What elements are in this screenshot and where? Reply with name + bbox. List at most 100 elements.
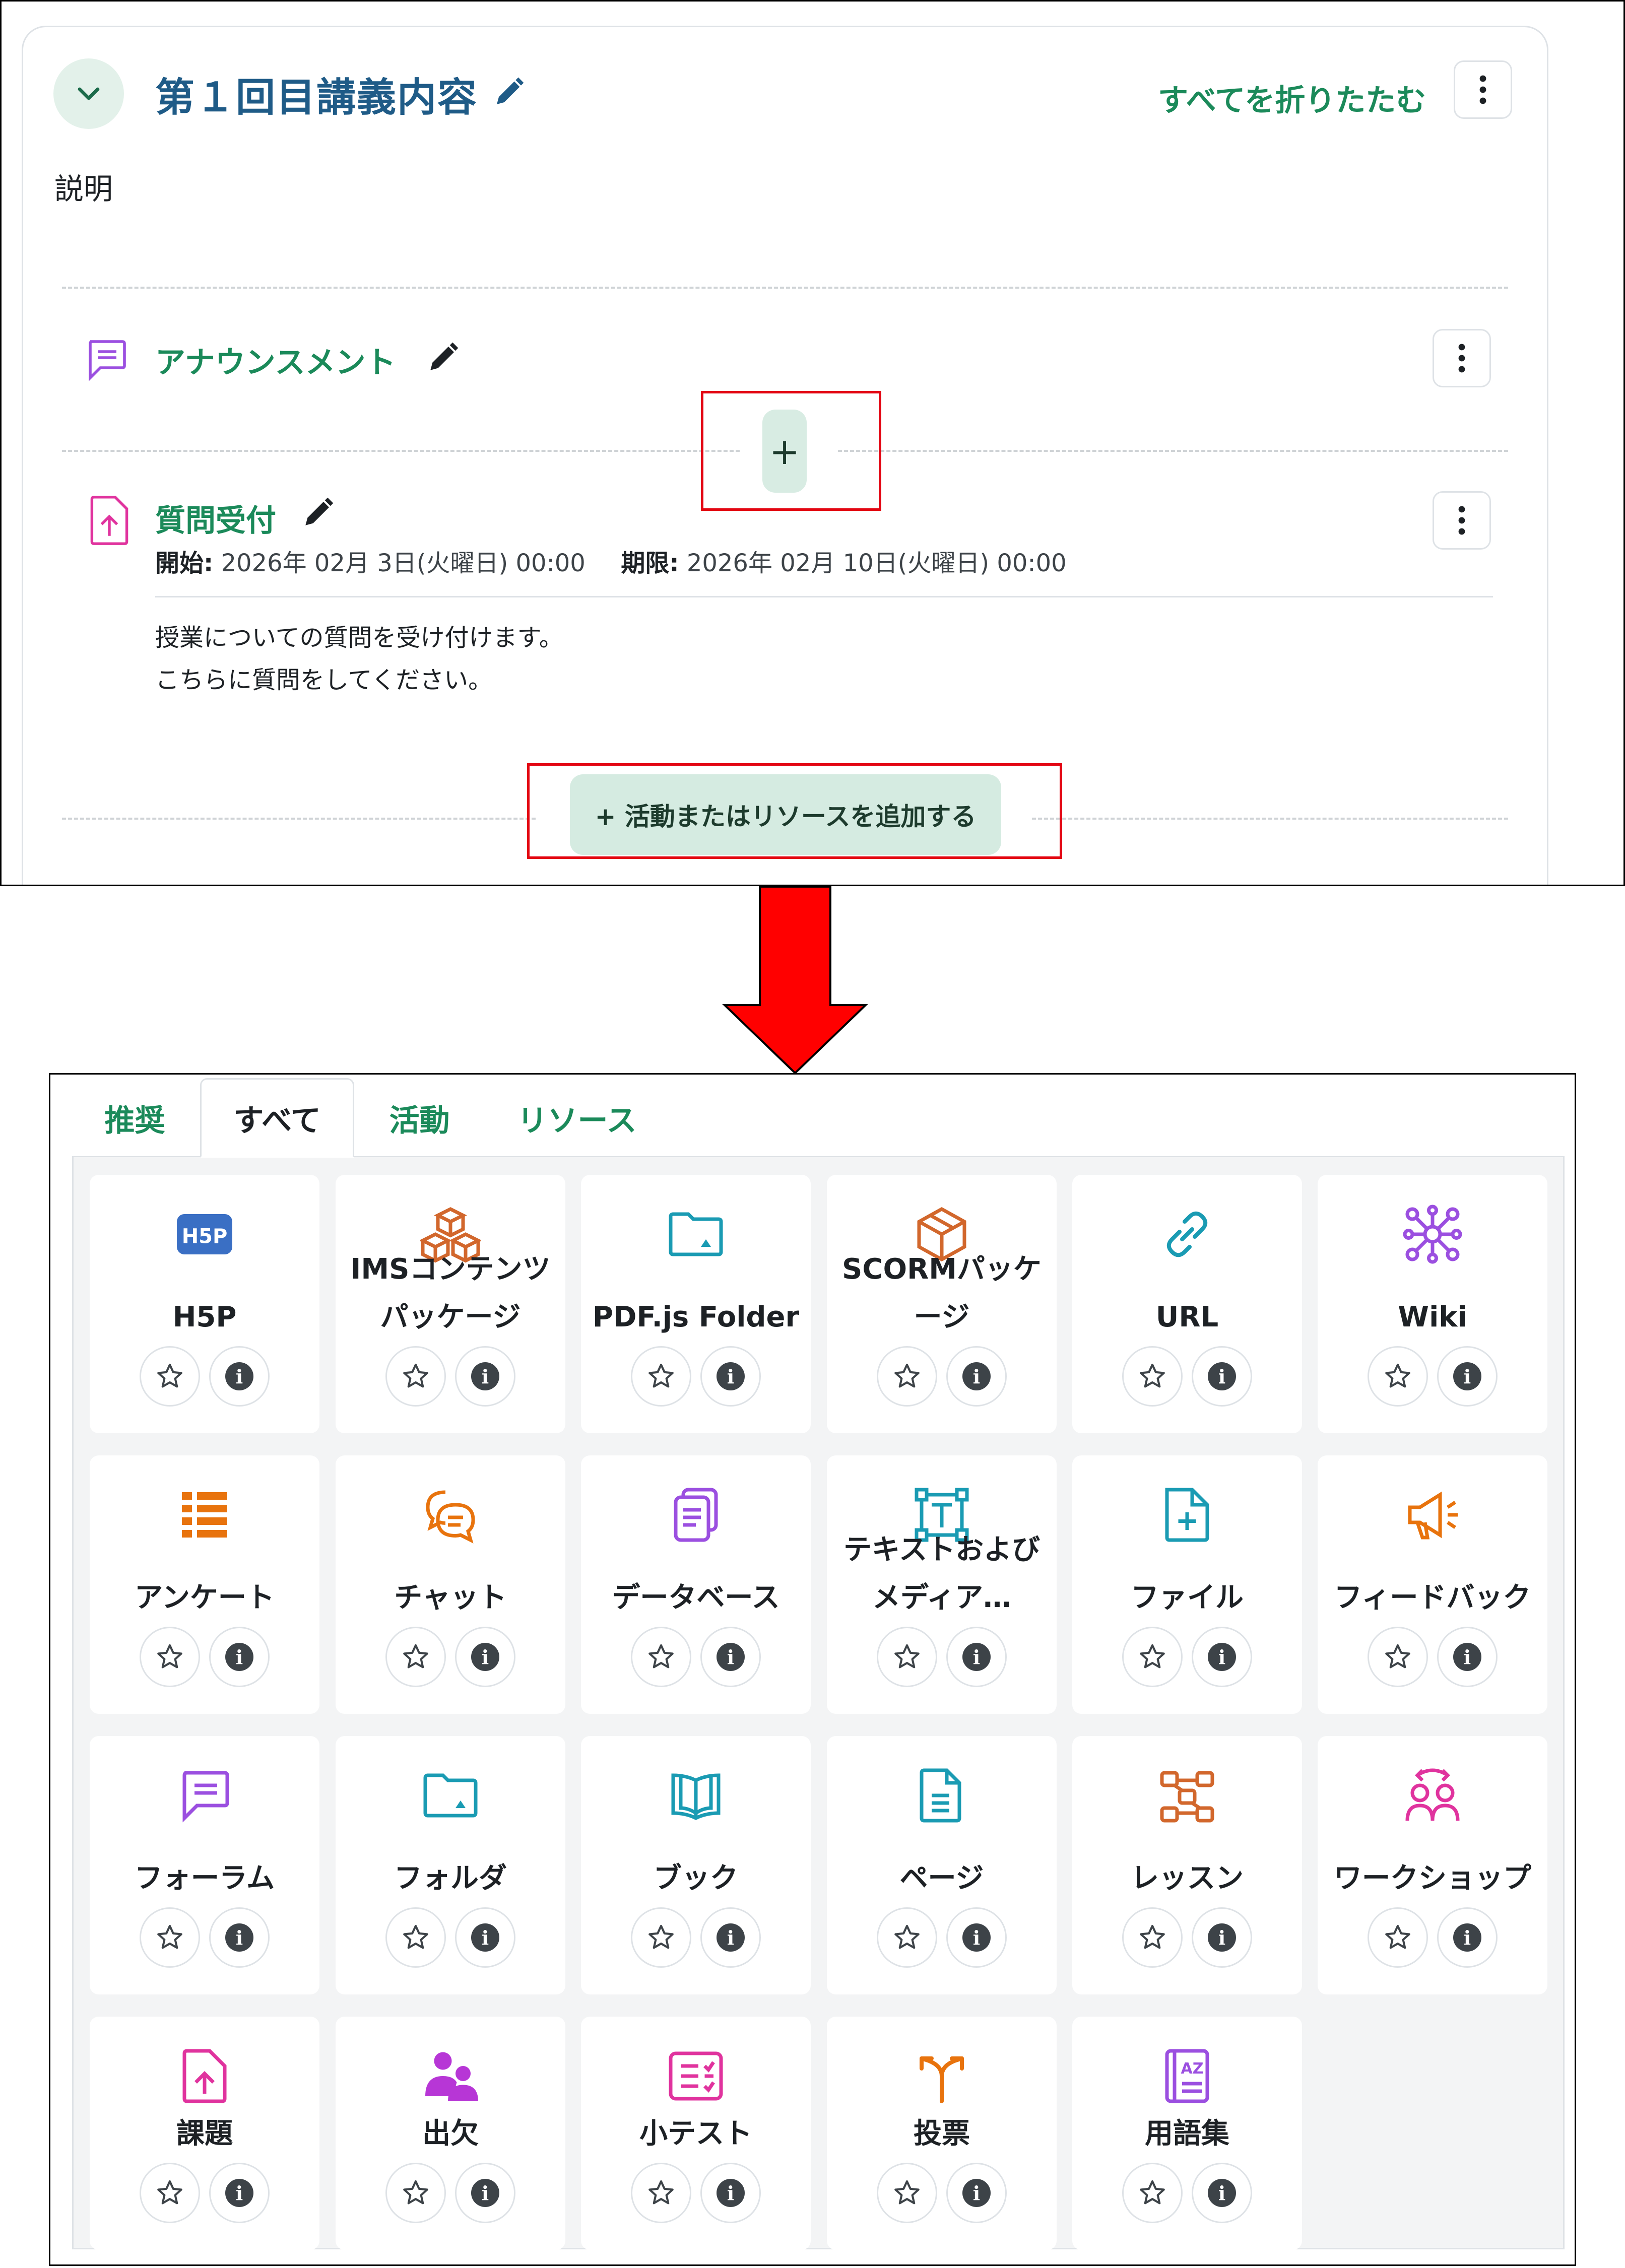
info-button[interactable]: i	[455, 2163, 515, 2223]
module-name: アンケート	[135, 1581, 275, 1614]
star-button[interactable]	[140, 1346, 200, 1407]
star-button[interactable]	[385, 1627, 446, 1687]
tab-resources[interactable]: リソース	[494, 1078, 660, 1158]
info-button[interactable]: i	[700, 1346, 761, 1407]
module-card[interactable]: H5P H5P i	[90, 1175, 319, 1433]
star-button[interactable]	[631, 1907, 691, 1968]
star-button[interactable]	[1122, 1346, 1183, 1407]
module-card[interactable]: 投票 i	[827, 2017, 1057, 2250]
tab-recommended[interactable]: 推奨	[78, 1078, 191, 1158]
module-card-actions: i	[1072, 1627, 1302, 1687]
module-card[interactable]: URL i	[1072, 1175, 1302, 1433]
info-icon: i	[471, 1923, 499, 1952]
info-button[interactable]: i	[455, 1627, 515, 1687]
star-button[interactable]	[877, 2163, 937, 2223]
info-button[interactable]: i	[946, 1907, 1007, 1968]
star-icon	[157, 1363, 182, 1388]
module-card[interactable]: AZ 用語集 i	[1072, 2017, 1302, 2250]
info-button[interactable]: i	[209, 1346, 270, 1407]
module-card[interactable]: アンケート i	[90, 1455, 319, 1714]
info-button[interactable]: i	[1192, 1907, 1252, 1968]
info-button[interactable]: i	[1192, 1346, 1252, 1407]
info-button[interactable]: i	[946, 2163, 1007, 2223]
activity-description-line: こちらに質問をしてください。	[155, 666, 493, 694]
info-button[interactable]: i	[1192, 1627, 1252, 1687]
star-button[interactable]	[631, 1627, 691, 1687]
module-card[interactable]: SCORMパッケージ i	[827, 1175, 1057, 1433]
info-button[interactable]: i	[455, 1346, 515, 1407]
info-icon: i	[717, 1643, 745, 1671]
module-card[interactable]: 小テスト i	[581, 2017, 811, 2250]
info-button[interactable]: i	[946, 1346, 1007, 1407]
collapse-all-link[interactable]: すべてを折りたたむ	[1158, 76, 1426, 120]
module-card[interactable]: レッスン i	[1072, 1736, 1302, 1994]
module-card[interactable]: データベース i	[581, 1455, 811, 1714]
info-button[interactable]: i	[209, 1627, 270, 1687]
module-name: 小テスト	[639, 2117, 752, 2150]
activity-actions-menu[interactable]	[1433, 329, 1491, 387]
star-button[interactable]	[140, 1627, 200, 1687]
star-icon	[1140, 1363, 1165, 1388]
quiz-icon	[669, 2051, 723, 2101]
module-card[interactable]: チャット i	[336, 1455, 565, 1714]
module-card-actions: i	[827, 2163, 1057, 2223]
info-button[interactable]: i	[455, 1907, 515, 1968]
info-button[interactable]: i	[700, 2163, 761, 2223]
tab-activities[interactable]: 活動	[363, 1078, 476, 1158]
section-actions-menu[interactable]	[1454, 60, 1512, 119]
star-button[interactable]	[385, 1346, 446, 1407]
module-card[interactable]: 出欠 i	[336, 2017, 565, 2250]
star-button[interactable]	[877, 1907, 937, 1968]
activity-title-announcement[interactable]: アナウンスメント	[155, 338, 396, 382]
info-button[interactable]: i	[209, 1907, 270, 1968]
activity-actions-menu[interactable]	[1433, 491, 1491, 550]
star-button[interactable]	[385, 2163, 446, 2223]
module-card[interactable]: PDF.js Folder i	[581, 1175, 811, 1433]
module-card[interactable]: フィードバック i	[1318, 1455, 1547, 1714]
star-button[interactable]	[1368, 1346, 1428, 1407]
module-card[interactable]: フォーラム i	[90, 1736, 319, 1994]
info-button[interactable]: i	[1192, 2163, 1252, 2223]
pencil-icon[interactable]	[301, 496, 335, 529]
star-button[interactable]	[1122, 1627, 1183, 1687]
star-icon	[403, 1644, 428, 1669]
module-card[interactable]: ページ i	[827, 1736, 1057, 1994]
info-button[interactable]: i	[700, 1907, 761, 1968]
star-button[interactable]	[631, 2163, 691, 2223]
module-card[interactable]: 課題 i	[90, 2017, 319, 2250]
module-card[interactable]: IMSコンテンツパッケージ i	[336, 1175, 565, 1433]
megaphone-icon	[1408, 1491, 1458, 1540]
module-card[interactable]: ワークショップ i	[1318, 1736, 1547, 1994]
tab-all[interactable]: すべて	[200, 1078, 354, 1158]
section-collapse-button[interactable]	[53, 58, 124, 129]
add-activity-inline-button[interactable]: +	[762, 410, 807, 493]
module-card[interactable]: ブック i	[581, 1736, 811, 1994]
star-button[interactable]	[631, 1346, 691, 1407]
star-button[interactable]	[877, 1346, 937, 1407]
info-button[interactable]: i	[1437, 1907, 1498, 1968]
section-title[interactable]: 第１回目講義内容	[155, 66, 478, 122]
star-button[interactable]	[877, 1627, 937, 1687]
info-button[interactable]: i	[209, 2163, 270, 2223]
star-button[interactable]	[1368, 1627, 1428, 1687]
star-button[interactable]	[140, 1907, 200, 1968]
pencil-icon[interactable]	[426, 341, 460, 374]
info-button[interactable]: i	[1437, 1346, 1498, 1407]
star-button[interactable]	[1122, 1907, 1183, 1968]
info-button[interactable]: i	[700, 1627, 761, 1687]
activity-title-question[interactable]: 質問受付	[155, 496, 276, 540]
star-button[interactable]	[1368, 1907, 1428, 1968]
star-button[interactable]	[140, 2163, 200, 2223]
module-card[interactable]: Wiki i	[1318, 1175, 1547, 1433]
module-card[interactable]: フォルダ i	[336, 1736, 565, 1994]
add-activity-or-resource-button[interactable]: + 活動またはリソースを追加する	[570, 774, 1001, 855]
info-button[interactable]: i	[946, 1627, 1007, 1687]
info-button[interactable]: i	[1437, 1627, 1498, 1687]
divider	[155, 596, 1493, 597]
star-button[interactable]	[385, 1907, 446, 1968]
pencil-icon[interactable]	[493, 76, 525, 108]
star-icon	[894, 1644, 920, 1669]
star-button[interactable]	[1122, 2163, 1183, 2223]
module-card[interactable]: ファイル i	[1072, 1455, 1302, 1714]
module-card[interactable]: テキストおよびメディア… i	[827, 1455, 1057, 1714]
